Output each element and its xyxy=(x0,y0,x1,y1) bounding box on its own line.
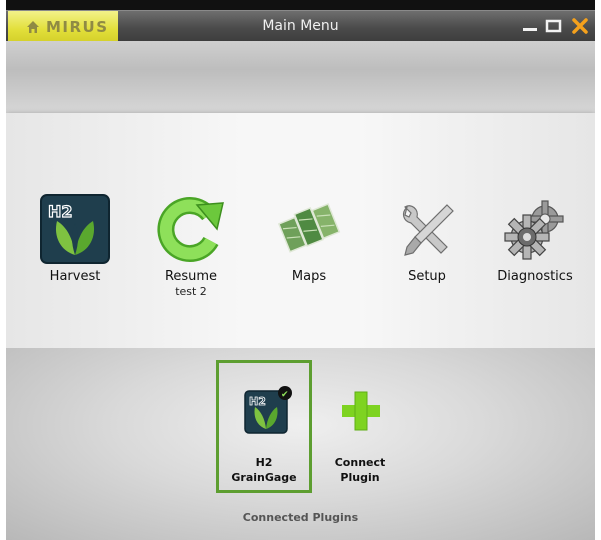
svg-text:H2: H2 xyxy=(48,202,73,221)
minimize-icon[interactable] xyxy=(519,15,541,37)
menu-item-diagnostics[interactable]: Diagnostics xyxy=(480,193,590,285)
menu-item-setup[interactable]: Setup xyxy=(372,193,482,285)
connect-label-line1: Connect xyxy=(334,456,386,469)
plus-icon xyxy=(342,391,380,431)
window-title: Main Menu xyxy=(262,18,339,34)
menu-item-label: Resume xyxy=(164,269,218,284)
menu-item-label: Setup xyxy=(408,269,446,284)
menu-item-label: Harvest xyxy=(49,269,101,284)
wrench-screwdriver-icon xyxy=(402,204,454,256)
connected-plugins-label: Connected Plugins xyxy=(242,511,359,524)
app-window: MIRUS Main Menu H2 Harvest Resume test 2… xyxy=(6,0,595,540)
menu-item-sublabel: test 2 xyxy=(175,285,207,298)
maximize-icon[interactable] xyxy=(543,15,565,37)
header-band xyxy=(6,41,595,113)
check-badge-icon: ✔ xyxy=(281,390,289,400)
menu-item-label: Diagnostics xyxy=(497,269,573,284)
connect-label-line2: Plugin xyxy=(340,471,380,484)
menu-item-label: Maps xyxy=(291,269,327,284)
plugin-label-line1: H2 xyxy=(255,456,273,469)
plugin-label-line2: GrainGage xyxy=(231,471,297,484)
plugin-h2-graingage[interactable]: H2 ✔ H2 GrainGage xyxy=(216,360,312,493)
title-bar: MIRUS Main Menu xyxy=(6,10,595,42)
connect-plugin-label: Connect Plugin xyxy=(318,455,402,485)
connect-plugin-button[interactable]: Connect Plugin xyxy=(318,360,402,493)
refresh-arrow-icon xyxy=(157,197,224,262)
main-menu: H2 Harvest Resume test 2 Maps Setup Diag… xyxy=(6,113,595,348)
h2-leaf-icon: H2 xyxy=(40,194,110,264)
map-tiles-icon xyxy=(277,203,341,253)
gears-icon xyxy=(504,200,564,260)
svg-text:H2: H2 xyxy=(249,395,266,408)
h2-leaf-check-icon: H2 ✔ xyxy=(244,386,292,434)
close-icon[interactable] xyxy=(569,15,591,37)
plugin-label: H2 GrainGage xyxy=(219,455,309,485)
menu-item-maps[interactable]: Maps xyxy=(254,193,364,285)
plugins-panel: H2 ✔ H2 GrainGage Connect Plugin Connect… xyxy=(6,348,595,540)
menu-item-resume[interactable]: Resume test 2 xyxy=(136,193,246,299)
menu-item-harvest[interactable]: H2 Harvest xyxy=(20,193,130,285)
